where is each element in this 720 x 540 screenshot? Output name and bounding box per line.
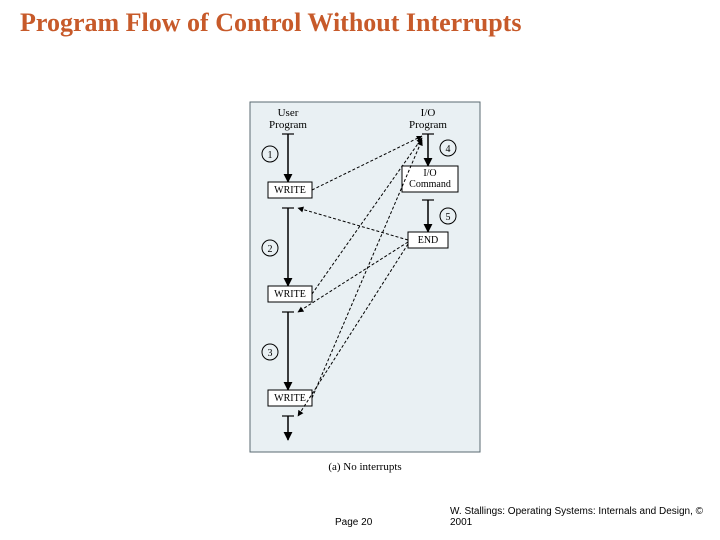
user-program-header-2: Program bbox=[269, 119, 307, 131]
circle-5-label: 5 bbox=[446, 212, 451, 223]
flow-diagram: User Program I/O Program 1 WRITE bbox=[248, 100, 483, 485]
write-label-1: WRITE bbox=[274, 185, 306, 196]
user-program-header-1: User bbox=[278, 107, 299, 119]
credit-line: W. Stallings: Operating Systems: Interna… bbox=[450, 506, 720, 528]
circle-3-label: 3 bbox=[268, 348, 273, 359]
io-program-header-1: I/O bbox=[421, 107, 436, 119]
io-cmd-label-1: I/O bbox=[423, 168, 436, 179]
write-label-3: WRITE bbox=[274, 393, 306, 404]
io-program-header-2: Program bbox=[409, 119, 447, 131]
circle-4-label: 4 bbox=[446, 144, 451, 155]
page-number: Page 20 bbox=[335, 517, 372, 528]
slide-title: Program Flow of Control Without Interrup… bbox=[20, 8, 521, 38]
circle-2-label: 2 bbox=[268, 244, 273, 255]
diagram-caption: (a) No interrupts bbox=[328, 461, 401, 473]
write-label-2: WRITE bbox=[274, 289, 306, 300]
circle-1-label: 1 bbox=[268, 150, 273, 161]
end-label: END bbox=[418, 235, 439, 246]
io-cmd-label-2: Command bbox=[409, 179, 451, 190]
